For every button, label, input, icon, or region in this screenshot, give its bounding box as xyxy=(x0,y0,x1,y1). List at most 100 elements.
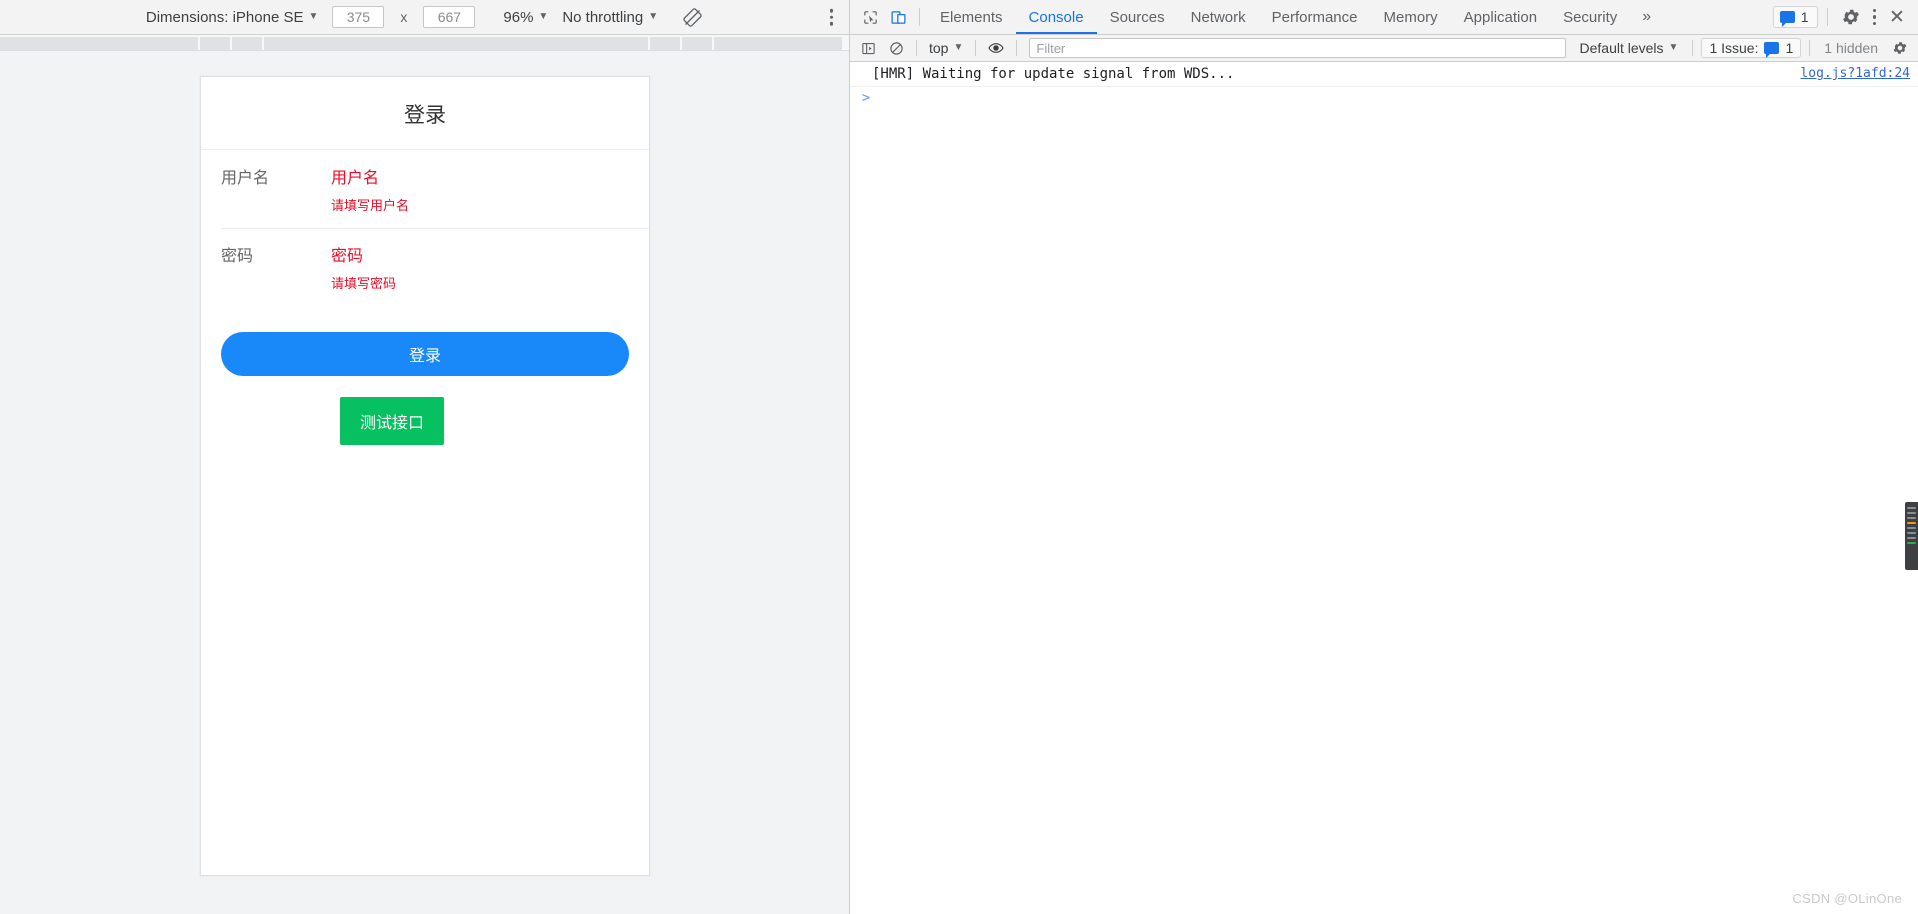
console-toolbar-divider xyxy=(1692,40,1694,56)
minimap-tick xyxy=(1907,537,1916,539)
tab-network[interactable]: Network xyxy=(1178,0,1259,34)
login-button[interactable]: 登录 xyxy=(221,332,629,376)
ruler-segment xyxy=(682,37,714,50)
execution-context-label: top xyxy=(929,40,949,56)
device-stage: 登录 用户名 用户名 请填写用户名 密码 密码 请填写密码 登录 测试接口 xyxy=(0,51,849,914)
username-field-body: 用户名 请填写用户名 xyxy=(331,164,629,216)
username-input[interactable]: 用户名 xyxy=(331,164,629,192)
chevron-down-icon: ▼ xyxy=(953,42,964,53)
console-message-row[interactable]: [HMR] Waiting for update signal from WDS… xyxy=(850,62,1918,87)
console-message-source-link[interactable]: log.js?1afd:24 xyxy=(1800,65,1910,83)
zoom-selector[interactable]: 96% ▼ xyxy=(503,9,548,26)
chevron-down-icon: ▼ xyxy=(648,11,659,22)
device-dimensions-label: Dimensions: iPhone SE xyxy=(145,8,304,26)
chevron-down-icon: ▼ xyxy=(1668,42,1679,53)
chevron-down-icon: ▼ xyxy=(308,11,319,22)
issues-button[interactable]: 1 Issue: 1 xyxy=(1701,38,1802,58)
console-toolbar-divider xyxy=(1016,40,1018,56)
device-dimensions-selector[interactable]: Dimensions: iPhone SE ▼ xyxy=(146,9,319,26)
ruler-segment xyxy=(714,37,844,50)
password-error-message: 请填写密码 xyxy=(331,277,397,292)
throttling-selector[interactable]: No throttling ▼ xyxy=(562,9,658,26)
devtools-window: Dimensions: iPhone SE ▼ x 96% ▼ No throt… xyxy=(0,0,1918,914)
minimap-tick xyxy=(1907,507,1916,509)
ruler-segment xyxy=(650,37,682,50)
message-count-badge[interactable]: 1 xyxy=(1772,6,1818,28)
rotate-icon[interactable] xyxy=(682,7,703,28)
inspect-cursor-icon[interactable] xyxy=(856,4,884,30)
tab-memory[interactable]: Memory xyxy=(1371,0,1451,34)
issue-badge-icon xyxy=(1764,42,1780,58)
tab-security[interactable]: Security xyxy=(1550,0,1630,34)
devtools-tabbar: Elements Console Sources Network Perform… xyxy=(850,0,1918,35)
live-expression-icon[interactable] xyxy=(984,37,1008,59)
page-title: 登录 xyxy=(201,77,649,150)
minimap-tick xyxy=(1907,517,1916,519)
device-toolbar-menu-button[interactable] xyxy=(829,8,833,26)
tab-application[interactable]: Application xyxy=(1451,0,1550,34)
close-icon[interactable]: ✕ xyxy=(1884,4,1910,30)
tabbar-right-actions: 1 ✕ xyxy=(1772,4,1918,30)
submit-button-area: 登录 xyxy=(201,306,649,376)
username-label: 用户名 xyxy=(221,168,270,187)
zoom-level-label: 96% xyxy=(503,8,534,26)
console-sidebar-icon[interactable] xyxy=(856,37,880,59)
password-input[interactable]: 密码 xyxy=(331,242,629,270)
username-field-row[interactable]: 用户名 用户名 请填写用户名 xyxy=(201,150,649,228)
minimap-tick xyxy=(1907,532,1916,534)
prompt-arrow-icon: > xyxy=(861,90,871,106)
devtools-main-menu-button[interactable] xyxy=(1872,8,1876,26)
password-field-body: 密码 请填写密码 xyxy=(331,242,629,294)
console-toolbar: top ▼ Default levels ▼ 1 Issue: 1 xyxy=(850,35,1918,62)
chevron-down-icon: ▼ xyxy=(538,11,549,22)
ruler-segment xyxy=(200,37,232,50)
device-emulation-pane: Dimensions: iPhone SE ▼ x 96% ▼ No throt… xyxy=(0,0,850,914)
password-label: 密码 xyxy=(221,246,254,265)
tab-elements[interactable]: Elements xyxy=(927,0,1016,34)
password-field-row[interactable]: 密码 密码 请填写密码 xyxy=(201,228,649,306)
minimap-tick-warning xyxy=(1907,522,1916,524)
throttling-label: No throttling xyxy=(562,8,644,26)
console-message-list[interactable]: [HMR] Waiting for update signal from WDS… xyxy=(850,62,1918,914)
console-minimap-handle[interactable] xyxy=(1905,502,1918,570)
tab-sources[interactable]: Sources xyxy=(1097,0,1178,34)
watermark: CSDN @OLinOne xyxy=(1792,891,1902,906)
test-api-button[interactable]: 测试接口 xyxy=(340,397,445,445)
console-settings-gear-icon[interactable] xyxy=(1888,37,1912,59)
ruler-segment xyxy=(232,37,264,50)
log-levels-selector[interactable]: Default levels ▼ xyxy=(1574,40,1685,56)
tabbar-divider xyxy=(919,8,920,26)
minimap-tick xyxy=(1907,527,1916,529)
console-toolbar-divider xyxy=(975,40,977,56)
viewport-width-input[interactable] xyxy=(332,6,385,28)
console-toolbar-divider xyxy=(916,40,917,56)
username-error-message: 请填写用户名 xyxy=(331,199,410,214)
tab-console[interactable]: Console xyxy=(1016,0,1097,34)
console-filter-input[interactable] xyxy=(1029,38,1566,58)
tabbar-divider xyxy=(1826,8,1828,26)
log-levels-label: Default levels xyxy=(1579,40,1664,56)
tab-performance[interactable]: Performance xyxy=(1259,0,1371,34)
test-button-area: 测试接口 xyxy=(201,376,649,445)
clear-console-icon[interactable] xyxy=(884,37,908,59)
minimap-tick xyxy=(1907,512,1916,514)
login-page: 登录 用户名 用户名 请填写用户名 密码 密码 请填写密码 登录 测试接口 xyxy=(201,77,649,875)
execution-context-selector[interactable]: top ▼ xyxy=(925,40,967,56)
gear-icon[interactable] xyxy=(1837,4,1865,30)
console-message-text: [HMR] Waiting for update signal from WDS… xyxy=(872,66,1235,82)
dimensions-separator: x xyxy=(400,9,408,25)
ruler-segment xyxy=(264,37,650,50)
message-icon xyxy=(1779,11,1795,27)
minimap-tick-ok xyxy=(1907,542,1916,544)
viewport-height-input[interactable] xyxy=(423,6,476,28)
message-count-label: 1 xyxy=(1800,9,1809,25)
device-toolbar-icon[interactable] xyxy=(884,4,912,30)
ruler-segment xyxy=(0,37,200,50)
console-prompt-row[interactable]: > xyxy=(850,87,1918,109)
more-tabs-button[interactable]: » xyxy=(1630,0,1663,34)
device-mode-toolbar: Dimensions: iPhone SE ▼ x 96% ▼ No throt… xyxy=(0,0,849,35)
viewport-ruler[interactable] xyxy=(0,35,849,51)
issues-count-label: 1 xyxy=(1785,40,1794,56)
device-viewport[interactable]: 登录 用户名 用户名 请填写用户名 密码 密码 请填写密码 登录 测试接口 xyxy=(200,76,650,876)
devtools-panel: Elements Console Sources Network Perform… xyxy=(850,0,1918,914)
